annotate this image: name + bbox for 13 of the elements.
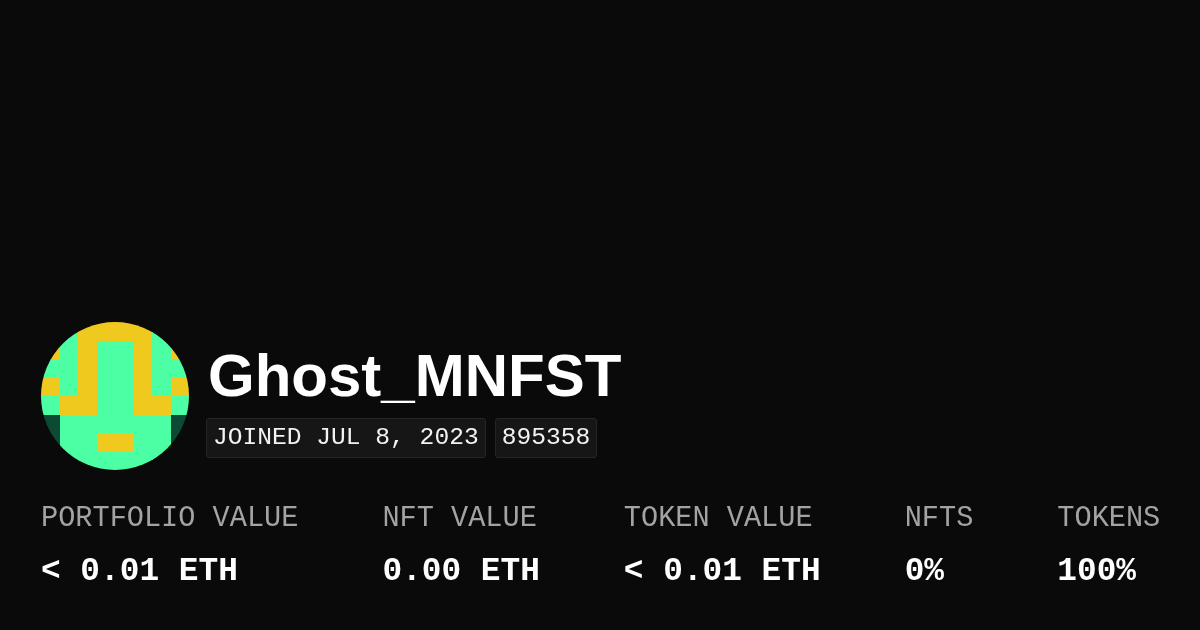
stat-value: 0.00 ETH: [382, 552, 540, 592]
info-tag: 895358: [494, 418, 598, 458]
info-tag: JOINED JUL 8, 2023: [206, 418, 486, 458]
stat-value: 0%: [904, 552, 946, 592]
profile-name: Ghost_MNFST: [208, 346, 622, 406]
stat-label: TOKENS: [1057, 502, 1161, 537]
stat-label: TOKEN VALUE: [623, 502, 814, 537]
stat-label: PORTFOLIO VALUE: [41, 502, 299, 537]
stat-value: 100%: [1057, 552, 1138, 592]
stat-value: < 0.01 ETH: [41, 552, 239, 592]
stat-label: NFTS: [904, 502, 974, 537]
stat-label: NFT VALUE: [382, 502, 538, 537]
stat-value: < 0.01 ETH: [623, 552, 821, 592]
